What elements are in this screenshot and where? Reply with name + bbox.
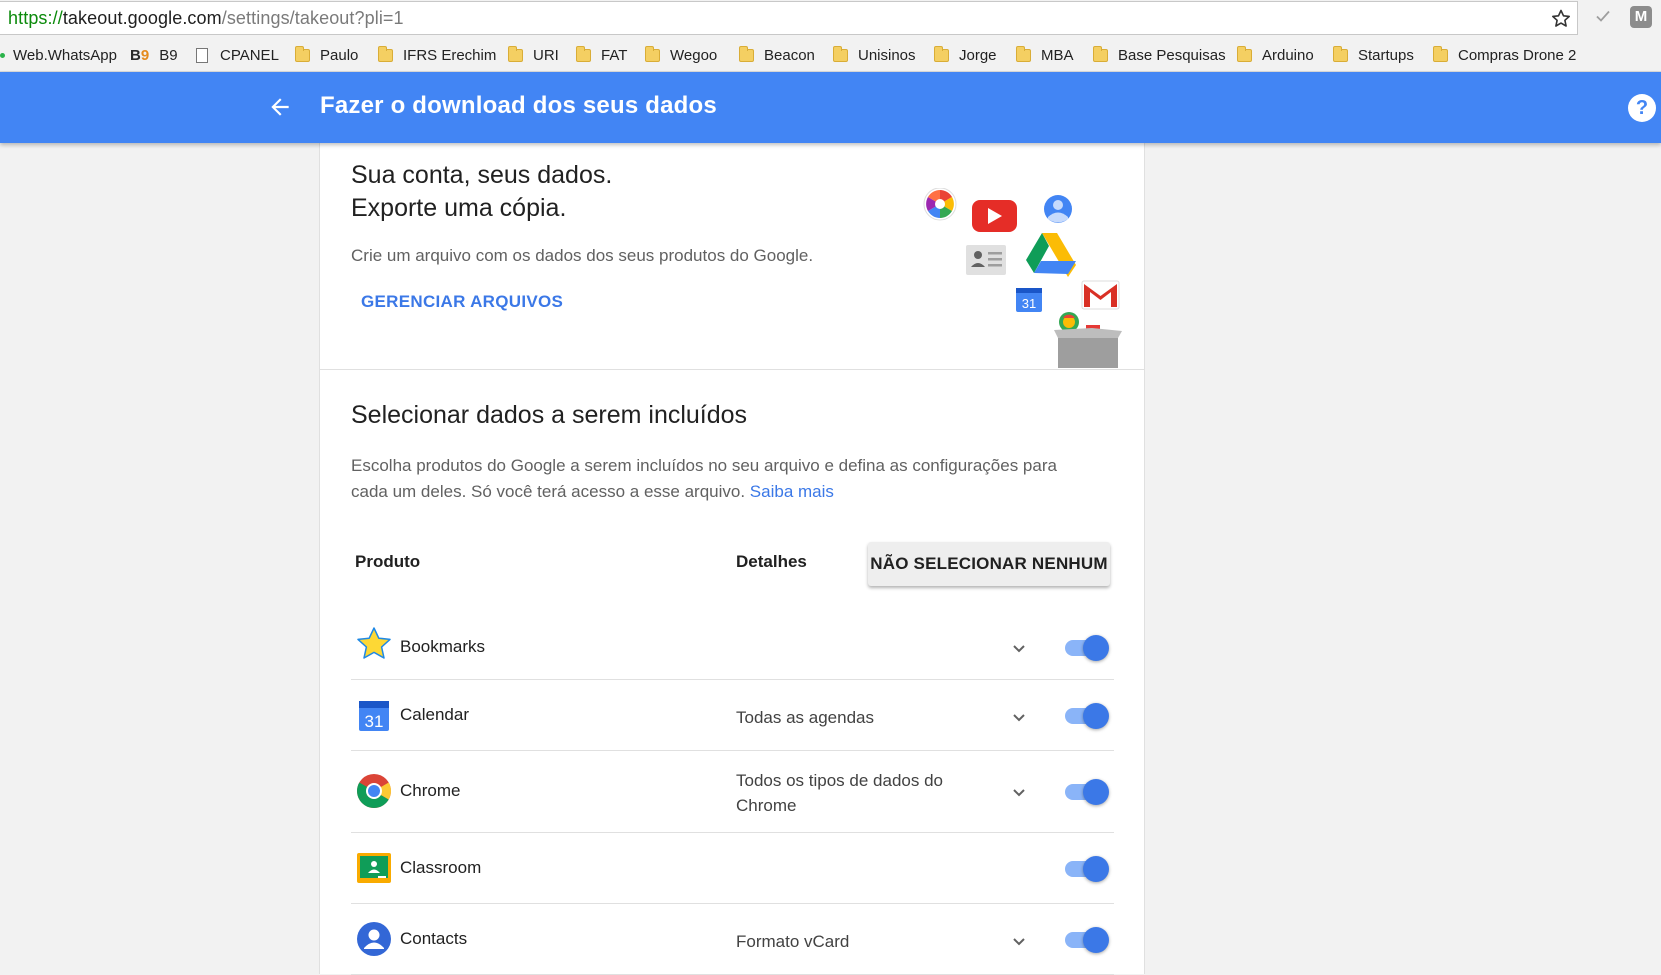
browser-toolbar: https://takeout.google.com/settings/take… xyxy=(0,0,1661,38)
product-row-calendar: 31 Calendar Todas as agendas xyxy=(351,680,1114,751)
toggle-calendar[interactable] xyxy=(1063,702,1109,729)
bookmark-folder-ifrs[interactable]: IFRS Erechim xyxy=(378,45,496,65)
product-name: Contacts xyxy=(400,929,468,948)
page-icon xyxy=(196,47,208,63)
toggle-bookmarks[interactable] xyxy=(1063,634,1109,661)
select-data-description: Escolha produtos do Google a serem inclu… xyxy=(351,456,1057,501)
toggle-contacts[interactable] xyxy=(1063,926,1109,953)
product-details: Todas as agendas xyxy=(736,708,874,727)
back-arrow-icon[interactable] xyxy=(267,94,293,120)
bookmarks-bar: Web.WhatsApp B9 B9 CPANEL Paulo IFRS Erec… xyxy=(0,38,1661,72)
bookmark-folder-paulo[interactable]: Paulo xyxy=(295,45,358,65)
folder-icon xyxy=(378,45,393,62)
bookmark-folder-beacon[interactable]: Beacon xyxy=(739,45,815,65)
bookmark-folder-mba[interactable]: MBA xyxy=(1016,45,1074,65)
folder-icon xyxy=(576,45,591,62)
product-name: Bookmarks xyxy=(400,637,486,656)
bookmark-folder-startups[interactable]: Startups xyxy=(1333,45,1414,65)
svg-text:31: 31 xyxy=(1022,296,1036,311)
profile-icon xyxy=(1044,195,1072,223)
extension-m-icon[interactable]: M xyxy=(1630,6,1652,28)
folder-icon xyxy=(295,45,310,62)
toggle-chrome[interactable] xyxy=(1063,778,1109,805)
whatsapp-icon xyxy=(0,52,5,58)
classroom-icon xyxy=(357,853,391,883)
help-icon[interactable]: ? xyxy=(1628,94,1656,122)
calendar-31-icon: 31 xyxy=(1016,288,1042,312)
product-details: Todos os tipos de dados do Chrome xyxy=(736,771,943,815)
bookmark-folder-base-pesquisas[interactable]: Base Pesquisas xyxy=(1093,45,1226,65)
column-header-product: Produto xyxy=(355,552,421,571)
folder-icon xyxy=(739,45,754,62)
picasa-icon xyxy=(923,188,957,221)
bookmark-b9[interactable]: B9 B9 xyxy=(130,45,178,65)
product-name: Classroom xyxy=(400,858,482,877)
page-title: Fazer o download dos seus dados xyxy=(320,92,717,119)
app-bar: Fazer o download dos seus dados ? xyxy=(0,72,1661,143)
bookmark-folder-uri[interactable]: URI xyxy=(508,45,559,65)
product-row-chrome: Chrome Todos os tipos de dados do Chrome xyxy=(351,751,1114,833)
learn-more-link[interactable]: Saiba mais xyxy=(750,482,834,501)
svg-text:31: 31 xyxy=(365,712,384,731)
deselect-all-button[interactable]: NÃO SELECIONAR NENHUM xyxy=(868,542,1110,586)
contacts-icon xyxy=(357,922,391,956)
product-row-classroom: Classroom xyxy=(351,833,1114,904)
folder-icon xyxy=(833,45,848,62)
contacts-card-icon xyxy=(966,245,1006,275)
bookmark-folder-wegoo[interactable]: Wegoo xyxy=(645,45,717,65)
folder-icon xyxy=(508,45,523,62)
address-text[interactable]: https://takeout.google.com/settings/take… xyxy=(8,8,404,29)
bookmark-cpanel[interactable]: CPANEL xyxy=(196,45,279,65)
bookmark-folder-fat[interactable]: FAT xyxy=(576,45,627,65)
chevron-down-icon[interactable] xyxy=(1009,708,1029,728)
chevron-down-icon[interactable] xyxy=(1009,932,1029,952)
extension-check-icon[interactable] xyxy=(1592,5,1614,27)
bookmark-folder-unisinos[interactable]: Unisinos xyxy=(833,45,916,65)
bookmark-folder-arduino[interactable]: Arduino xyxy=(1237,45,1314,65)
bookmark-web-whatsapp[interactable]: Web.WhatsApp xyxy=(0,45,117,65)
folder-icon xyxy=(1433,45,1448,62)
hero-description: Crie um arquivo com os dados dos seus pr… xyxy=(351,246,814,265)
product-name: Chrome xyxy=(400,781,461,800)
hero-title: Sua conta, seus dados. Exporte uma cópia… xyxy=(351,161,613,222)
folder-icon xyxy=(1093,45,1108,62)
drive-icon xyxy=(1026,233,1076,277)
chrome-icon xyxy=(357,774,391,808)
folder-icon xyxy=(1333,45,1348,62)
product-row-bookmarks: Bookmarks xyxy=(351,613,1114,680)
product-details: Formato vCard xyxy=(736,932,850,951)
youtube-icon xyxy=(972,200,1017,232)
folder-icon xyxy=(1237,45,1252,62)
chevron-down-icon[interactable] xyxy=(1009,639,1029,659)
column-header-details: Detalhes xyxy=(736,552,807,571)
address-bar[interactable]: https://takeout.google.com/settings/take… xyxy=(0,1,1578,35)
google-products-illustration: 31 xyxy=(923,188,1122,368)
takeout-card: Sua conta, seus dados. Exporte uma cópia… xyxy=(319,143,1145,975)
folder-icon xyxy=(934,45,949,62)
star-icon xyxy=(357,627,391,659)
archive-box-icon xyxy=(1054,325,1122,368)
select-data-title: Selecionar dados a serem incluídos xyxy=(351,401,748,429)
bookmark-folder-compras-drone[interactable]: Compras Drone 2 xyxy=(1433,45,1576,65)
bookmark-folder-jorge[interactable]: Jorge xyxy=(934,45,997,65)
product-row-contacts: Contacts Formato vCard xyxy=(351,904,1114,975)
b9-logo-icon: B9 xyxy=(130,46,150,64)
calendar-icon: 31 xyxy=(359,701,389,731)
chevron-down-icon[interactable] xyxy=(1009,783,1029,803)
hero-section: Sua conta, seus dados. Exporte uma cópia… xyxy=(320,143,1144,370)
manage-archives-link[interactable]: GERENCIAR ARQUIVOS xyxy=(361,292,563,312)
folder-icon xyxy=(645,45,660,62)
gmail-icon xyxy=(1081,280,1120,310)
bookmark-star-icon[interactable] xyxy=(1549,7,1573,31)
product-name: Calendar xyxy=(400,705,469,724)
toggle-classroom[interactable] xyxy=(1063,855,1109,882)
folder-icon xyxy=(1016,45,1031,62)
